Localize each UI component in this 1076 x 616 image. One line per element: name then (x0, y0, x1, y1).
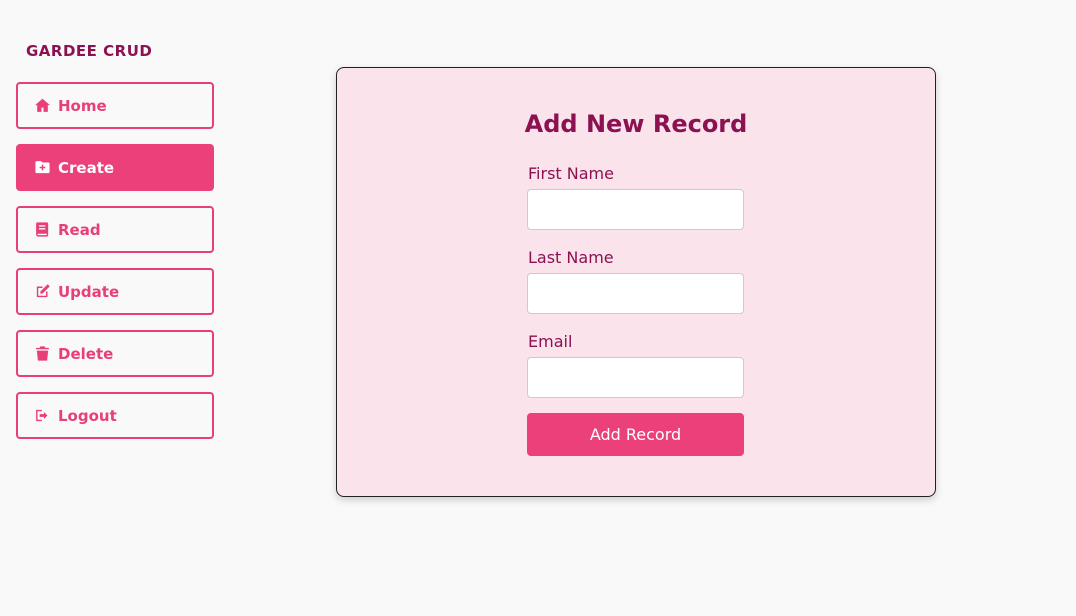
brand-title: GARDEE CRUD (26, 42, 153, 60)
nav-item-create[interactable]: Create (16, 144, 214, 191)
add-record-button[interactable]: Add Record (527, 413, 744, 456)
home-icon (33, 97, 51, 115)
book-icon (33, 221, 51, 239)
nav-label-home: Home (58, 96, 107, 115)
last-name-label: Last Name (528, 248, 614, 267)
last-name-input[interactable] (527, 273, 744, 314)
trash-icon (33, 345, 51, 363)
nav-item-update[interactable]: Update (16, 268, 214, 315)
nav-label-logout: Logout (58, 406, 117, 425)
nav-label-delete: Delete (58, 344, 114, 363)
nav-label-create: Create (58, 158, 115, 177)
edit-icon (33, 283, 51, 301)
first-name-label: First Name (528, 164, 614, 183)
nav-label-read: Read (58, 220, 101, 239)
nav-item-delete[interactable]: Delete (16, 330, 214, 377)
email-input[interactable] (527, 357, 744, 398)
add-record-form: Add New Record First Name Last Name Emai… (336, 67, 936, 497)
first-name-input[interactable] (527, 189, 744, 230)
logout-icon (33, 407, 51, 425)
email-label: Email (528, 332, 573, 351)
nav-item-read[interactable]: Read (16, 206, 214, 253)
nav-item-home[interactable]: Home (16, 82, 214, 129)
form-title: Add New Record (524, 110, 748, 138)
nav-item-logout[interactable]: Logout (16, 392, 214, 439)
nav-label-update: Update (58, 282, 120, 301)
folder-plus-icon (33, 159, 51, 177)
